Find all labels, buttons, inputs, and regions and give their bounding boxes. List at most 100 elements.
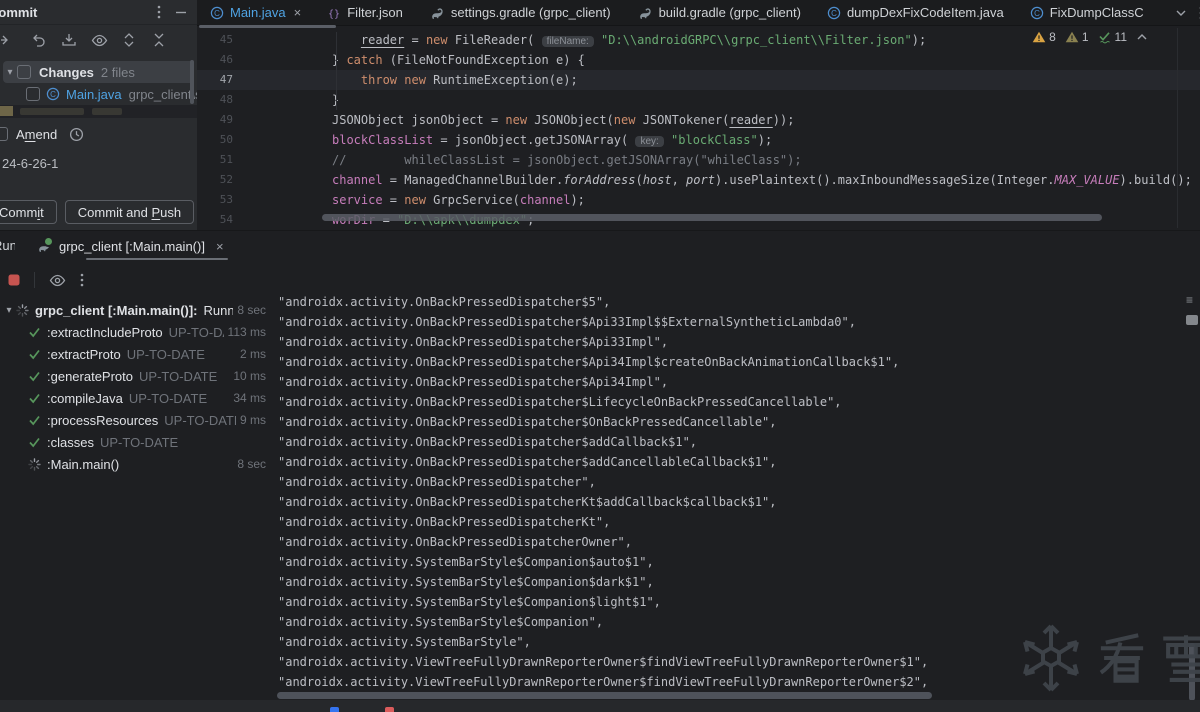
- editor-horizontal-scrollbar[interactable]: [322, 214, 1102, 221]
- tab-build.gradle (grpc_client)[interactable]: build.gradle (grpc_client): [624, 0, 814, 25]
- task-time: 34 ms: [229, 391, 266, 405]
- chevron-down-icon[interactable]: ▾: [2, 305, 16, 316]
- eye-icon[interactable]: [49, 274, 66, 287]
- commit-panel-scrollbar[interactable]: [190, 60, 194, 104]
- check-icon: [28, 327, 41, 338]
- svg-text:C: C: [831, 9, 837, 18]
- amend-label[interactable]: Amend: [16, 127, 57, 142]
- clock-icon[interactable]: [69, 127, 84, 142]
- run-tab[interactable]: grpc_client [:Main.main()] ×: [36, 233, 224, 259]
- task-main: :Main.main(): [28, 457, 233, 472]
- task-row[interactable]: :generateProtoUP-TO-DATE10 ms: [0, 365, 272, 387]
- tab-FixDumpClassC[interactable]: CFixDumpClassC: [1017, 0, 1157, 25]
- task-name: :compileJava: [47, 391, 123, 406]
- changes-checkbox[interactable]: [17, 65, 31, 79]
- commit-button[interactable]: Commit: [0, 200, 57, 224]
- amend-row: Amend: [0, 122, 197, 146]
- console-horizontal-scrollbar[interactable]: [277, 692, 932, 699]
- scroll-thumb-top[interactable]: [1186, 315, 1198, 325]
- code-line[interactable]: 46} catch (FileNotFoundException e) {: [197, 50, 1200, 70]
- gradle-icon: [429, 5, 445, 21]
- amend-checkbox[interactable]: [0, 127, 8, 141]
- divider: [34, 272, 35, 288]
- expand-all-icon[interactable]: [120, 31, 138, 49]
- tab-dumpDexFixCodeItem.java[interactable]: CdumpDexFixCodeItem.java: [814, 0, 1017, 25]
- code-line[interactable]: 51// whileClassList = jsonObject.getJSON…: [197, 150, 1200, 170]
- minimize-icon[interactable]: [175, 4, 187, 20]
- close-icon[interactable]: ×: [216, 239, 224, 254]
- task-status: UP-TO-DATE: [139, 369, 217, 384]
- stop-button[interactable]: [8, 274, 20, 286]
- close-icon[interactable]: ×: [294, 5, 302, 20]
- gradle-icon: [637, 5, 653, 21]
- task-row[interactable]: :extractProtoUP-TO-DATE2 ms: [0, 343, 272, 365]
- chevron-down-icon[interactable]: ▾: [3, 67, 17, 78]
- task-row[interactable]: :processResourcesUP-TO-DATE9 ms: [0, 409, 272, 431]
- code-editor[interactable]: 45 reader = new FileReader( fileName: "D…: [197, 30, 1200, 230]
- console-line: "androidx.activity.OnBackPressedDispatch…: [278, 292, 1183, 312]
- task-status: UP-TO-DATE: [164, 413, 236, 428]
- tab-scrollbar[interactable]: [199, 25, 336, 28]
- code-line[interactable]: 53service = new GrpcService(channel);: [197, 190, 1200, 210]
- commit-and-push-button[interactable]: Commit and Push: [65, 200, 194, 224]
- run-tab-underline: [86, 258, 228, 260]
- file-checkbox[interactable]: [26, 87, 40, 101]
- task-row-running[interactable]: :Main.main() 8 sec: [0, 453, 272, 475]
- editor-area: C Main.java × {}Filter.json settings.gradle …: [197, 0, 1200, 230]
- rollback-icon[interactable]: [30, 31, 48, 49]
- tab-Main.java[interactable]: C Main.java ×: [197, 0, 314, 25]
- task-row[interactable]: :extractIncludeProtoUP-TO-DATE113 ms: [0, 321, 272, 343]
- diff-preview-icon[interactable]: [90, 31, 108, 49]
- changes-row[interactable]: ▾ Changes 2 files: [3, 61, 194, 83]
- tab-label: Main.java: [230, 5, 286, 20]
- task-time: 8 sec: [233, 457, 266, 471]
- kebab-icon[interactable]: [80, 272, 84, 288]
- run-window-label: Run: [0, 238, 15, 254]
- code-line[interactable]: 48}: [197, 90, 1200, 110]
- task-name: :classes: [47, 435, 94, 450]
- code-text: channel = ManagedChannelBuilder.forAddre…: [247, 170, 1192, 190]
- console-line: "androidx.activity.OnBackPressedDispatch…: [278, 452, 1183, 472]
- code-line[interactable]: 49JSONObject jsonObject = new JSONObject…: [197, 110, 1200, 130]
- console-line: "androidx.activity.OnBackPressedDispatch…: [278, 352, 1183, 372]
- hidden-file-row[interactable]: [0, 105, 197, 118]
- ide-window: Commit ▾ Changes 2 files C Main.java grp…: [0, 0, 1200, 712]
- code-line[interactable]: 45 reader = new FileReader( fileName: "D…: [197, 30, 1200, 50]
- class-icon: C: [210, 6, 224, 20]
- task-status: UP-TO-DATE: [129, 391, 207, 406]
- code-line[interactable]: 47 throw new RuntimeException(e);: [197, 70, 1200, 90]
- code-line[interactable]: 52channel = ManagedChannelBuilder.forAdd…: [197, 170, 1200, 190]
- task-row[interactable]: :compileJava UP-TO-DATE 34 ms: [0, 387, 272, 409]
- console-line: "androidx.activity.OnBackPressedDispatch…: [278, 472, 1183, 492]
- tab-Filter.json[interactable]: {}Filter.json: [314, 0, 416, 25]
- tab-settings.gradle (grpc_client)[interactable]: settings.gradle (grpc_client): [416, 0, 624, 25]
- task-main: :extractProtoUP-TO-DATE: [28, 347, 236, 362]
- console-line: "androidx.activity.OnBackPressedDispatch…: [278, 312, 1183, 332]
- console-line: "androidx.activity.OnBackPressedDispatch…: [278, 432, 1183, 452]
- shelve-icon[interactable]: [60, 31, 78, 49]
- code-line[interactable]: 50blockClassList = jsonObject.getJSONArr…: [197, 130, 1200, 150]
- class-icon: C: [46, 87, 60, 101]
- task-name: :Main.main(): [47, 457, 119, 472]
- changed-file-row[interactable]: C Main.java grpc_client\src: [0, 83, 197, 105]
- console-line: "androidx.activity.OnBackPressedDispatch…: [278, 412, 1183, 432]
- task-row[interactable]: :classesUP-TO-DATE: [0, 431, 272, 453]
- console-line: "androidx.activity.OnBackPressedDispatch…: [278, 372, 1183, 392]
- task-name: :extractProto: [47, 347, 121, 362]
- tab-label: settings.gradle (grpc_client): [451, 5, 611, 20]
- svg-text:C: C: [1034, 9, 1040, 18]
- watermark-glyph-xue: [1160, 630, 1200, 686]
- code-text: blockClassList = jsonObject.getJSONArray…: [247, 130, 772, 152]
- code-text: } catch (FileNotFoundException e) {: [247, 50, 585, 70]
- commit-message-input[interactable]: 24-6-26-1: [0, 146, 197, 171]
- task-name: :generateProto: [47, 369, 133, 384]
- collapse-all-icon[interactable]: [150, 31, 168, 49]
- arrow-partial-icon[interactable]: [0, 31, 18, 49]
- kebab-icon[interactable]: [157, 4, 161, 20]
- task-root-status: Running: [204, 303, 234, 318]
- chevron-down-icon[interactable]: [1175, 9, 1187, 17]
- watermark-glyph-kan: [1096, 630, 1148, 686]
- task-root-row[interactable]: ▾ grpc_client [:Main.main()]: Running 8 …: [0, 299, 272, 321]
- lines-icon[interactable]: ≡: [1186, 293, 1198, 307]
- task-time: 2 ms: [236, 347, 266, 361]
